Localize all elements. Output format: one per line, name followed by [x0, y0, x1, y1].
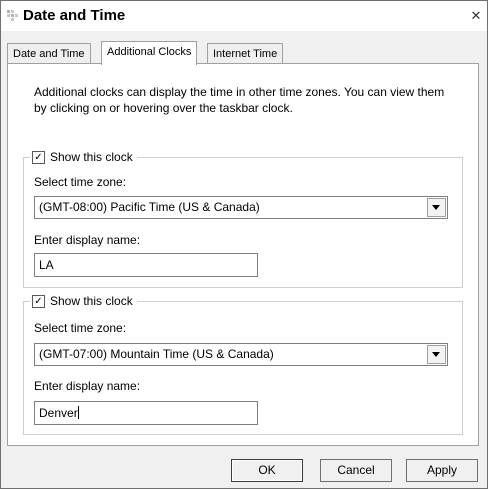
dropdown-arrow-icon[interactable] [427, 198, 446, 217]
close-icon: ✕ [470, 8, 482, 23]
clock-icon [7, 10, 18, 21]
show-clock-1[interactable]: ✓ Show this clock [30, 149, 137, 165]
timezone-1-select[interactable]: (GMT-08:00) Pacific Time (US & Canada) [34, 196, 448, 219]
timezone-2-select[interactable]: (GMT-07:00) Mountain Time (US & Canada) [34, 343, 448, 366]
timezone-2-label: Select time zone: [34, 321, 127, 335]
show-clock-1-checkbox[interactable]: ✓ [32, 150, 45, 164]
tab-additional-clocks[interactable]: Additional Clocks [101, 41, 198, 65]
display-name-1-label: Enter display name: [34, 233, 141, 247]
title-bar: Date and Time ✕ [1, 1, 487, 31]
timezone-2-value: (GMT-07:00) Mountain Time (US & Canada) [39, 347, 274, 361]
display-name-1-value: LA [39, 258, 54, 272]
ok-button[interactable]: OK [231, 459, 303, 482]
tab-internet-time[interactable]: Internet Time [207, 43, 284, 64]
show-clock-2[interactable]: ✓ Show this clock [30, 293, 137, 309]
dropdown-arrow-icon[interactable] [427, 345, 446, 364]
display-name-2-field[interactable]: Denver [34, 401, 258, 425]
timezone-1-value: (GMT-08:00) Pacific Time (US & Canada) [39, 200, 260, 214]
window-title: Date and Time [23, 7, 126, 24]
timezone-1-label: Select time zone: [34, 175, 127, 189]
display-name-1-field[interactable]: LA [34, 253, 258, 277]
clock-group-1: ✓ Show this clock Select time zone: (GMT… [23, 149, 463, 288]
date-time-dialog: Date and Time ✕ Date and Time Additional… [0, 0, 488, 489]
show-clock-2-checkbox[interactable]: ✓ [32, 294, 45, 308]
tab-date-and-time[interactable]: Date and Time [7, 43, 91, 64]
description-text: Additional clocks can display the time i… [34, 85, 445, 115]
cancel-button[interactable]: Cancel [320, 459, 392, 482]
clock-group-2: ✓ Show this clock Select time zone: (GMT… [23, 293, 463, 435]
apply-button[interactable]: Apply [406, 459, 478, 482]
show-clock-1-label: Show this clock [50, 150, 133, 164]
tab-panel: Additional clocks can display the time i… [7, 63, 479, 446]
close-button[interactable]: ✕ [469, 9, 483, 23]
show-clock-2-label: Show this clock [50, 294, 133, 308]
text-caret [77, 406, 79, 419]
display-name-2-value: Denver [39, 406, 79, 420]
display-name-2-label: Enter display name: [34, 379, 141, 393]
